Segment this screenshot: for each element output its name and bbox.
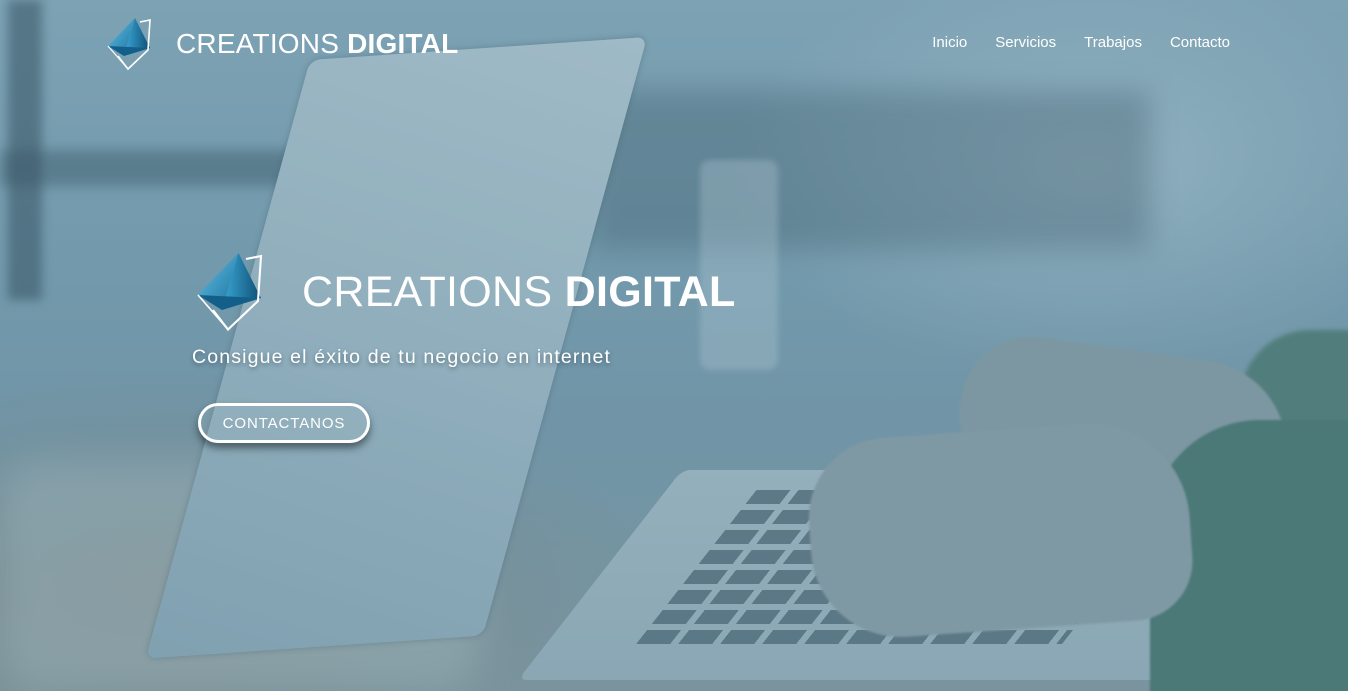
hero-title: CREATIONS DIGITAL	[302, 268, 736, 317]
hero-subtitle: Consigue el éxito de tu negocio en inter…	[192, 346, 612, 368]
brand-name-light: CREATIONS	[176, 28, 348, 59]
brand-logo-link[interactable]: CREATIONS DIGITAL	[104, 16, 458, 72]
triangle-logo-icon	[197, 253, 263, 332]
triangle-logo-icon	[107, 18, 151, 71]
brand-name-bold: DIGITAL	[347, 28, 459, 59]
main-nav: Inicio Servicios Trabajos Contacto	[932, 34, 1230, 51]
contact-cta-button[interactable]: CONTACTANOS	[198, 403, 370, 443]
hero-title-light: CREATIONS	[302, 267, 565, 316]
nav-item-trabajos[interactable]: Trabajos	[1084, 34, 1142, 51]
hero-brand: CREATIONS DIGITAL	[192, 250, 736, 334]
nav-item-inicio[interactable]: Inicio	[932, 34, 967, 51]
brand-name: CREATIONS DIGITAL	[176, 28, 458, 60]
hero-section: CREATIONS DIGITAL Consigue el éxito de t…	[192, 250, 736, 443]
nav-item-contacto[interactable]: Contacto	[1170, 34, 1230, 51]
hero-title-bold: DIGITAL	[564, 267, 736, 316]
site-header: CREATIONS DIGITAL Inicio Servicios Traba…	[0, 0, 1348, 90]
nav-item-servicios[interactable]: Servicios	[995, 34, 1056, 51]
